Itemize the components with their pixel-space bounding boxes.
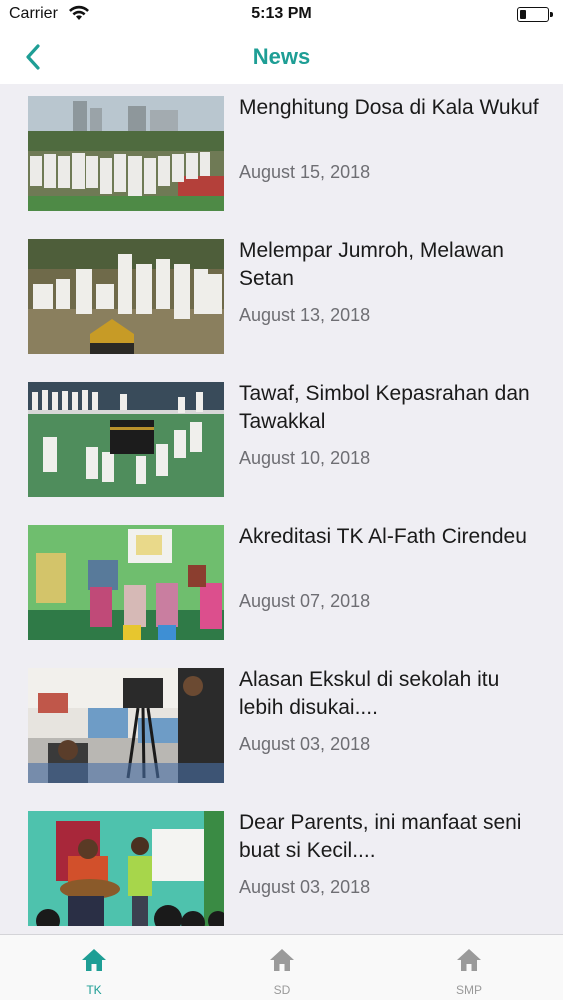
tab-label: SD — [273, 983, 291, 997]
news-title: Menghitung Dosa di Kala Wukuf — [239, 96, 539, 119]
news-thumbnail — [28, 668, 224, 783]
news-date: August 03, 2018 — [239, 734, 371, 754]
tab-smp[interactable]: SMP — [375, 935, 563, 1000]
news-title: Dear Parents, ini manfaat seni buat si K… — [239, 811, 522, 862]
news-thumbnail — [28, 525, 224, 640]
tab-sd[interactable]: SD — [188, 935, 376, 1000]
news-date: August 10, 2018 — [239, 448, 371, 468]
news-title: Akreditasi TK Al-Fath Cirendeu — [239, 525, 527, 548]
news-thumbnail — [28, 382, 224, 497]
tab-label: TK — [86, 983, 102, 997]
battery-icon — [517, 7, 553, 22]
news-date: August 15, 2018 — [239, 162, 371, 182]
news-date: August 13, 2018 — [239, 305, 371, 325]
news-list: Menghitung Dosa di Kala Wukuf August 15,… — [0, 84, 563, 934]
news-thumbnail — [28, 811, 224, 926]
news-item[interactable]: Melempar Jumroh, Melawan Setan August 13… — [0, 227, 563, 370]
news-date: August 03, 2018 — [239, 877, 371, 897]
status-time: 5:13 PM — [251, 5, 312, 22]
news-item[interactable]: Menghitung Dosa di Kala Wukuf August 15,… — [0, 84, 563, 227]
status-bar: Carrier 5:13 PM — [0, 0, 563, 28]
news-title: Tawaf, Simbol Kepasrahan dan Tawakkal — [239, 382, 530, 433]
news-item[interactable]: Akreditasi TK Al-Fath Cirendeu August 07… — [0, 513, 563, 656]
home-icon — [82, 949, 106, 971]
home-icon — [270, 949, 294, 971]
news-thumbnail — [28, 239, 224, 354]
news-item[interactable]: Dear Parents, ini manfaat seni buat si K… — [0, 799, 563, 934]
home-icon — [457, 949, 481, 971]
tab-tk[interactable]: TK — [0, 935, 188, 1000]
navigation-bar: News — [0, 28, 563, 84]
news-title: Melempar Jumroh, Melawan Setan — [239, 239, 504, 290]
news-date: August 07, 2018 — [239, 591, 371, 611]
page-title: News — [252, 44, 311, 69]
news-thumbnail — [28, 96, 224, 211]
tab-bar: TK SD SMP — [0, 934, 563, 1000]
news-title: Alasan Ekskul di sekolah itu lebih disuk… — [239, 668, 500, 719]
news-item[interactable]: Alasan Ekskul di sekolah itu lebih disuk… — [0, 656, 563, 799]
news-item[interactable]: Tawaf, Simbol Kepasrahan dan Tawakkal Au… — [0, 370, 563, 513]
tab-label: SMP — [455, 983, 482, 997]
